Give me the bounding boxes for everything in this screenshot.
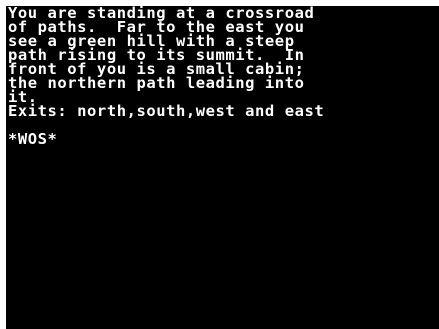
exits-line: Exits: north,south,west and east [8,102,325,120]
description-line: the northern path leading into [8,74,305,92]
command-prompt[interactable]: *WOS* [8,131,57,147]
game-screen[interactable]: You are standing at a crossroad of paths… [6,6,439,329]
